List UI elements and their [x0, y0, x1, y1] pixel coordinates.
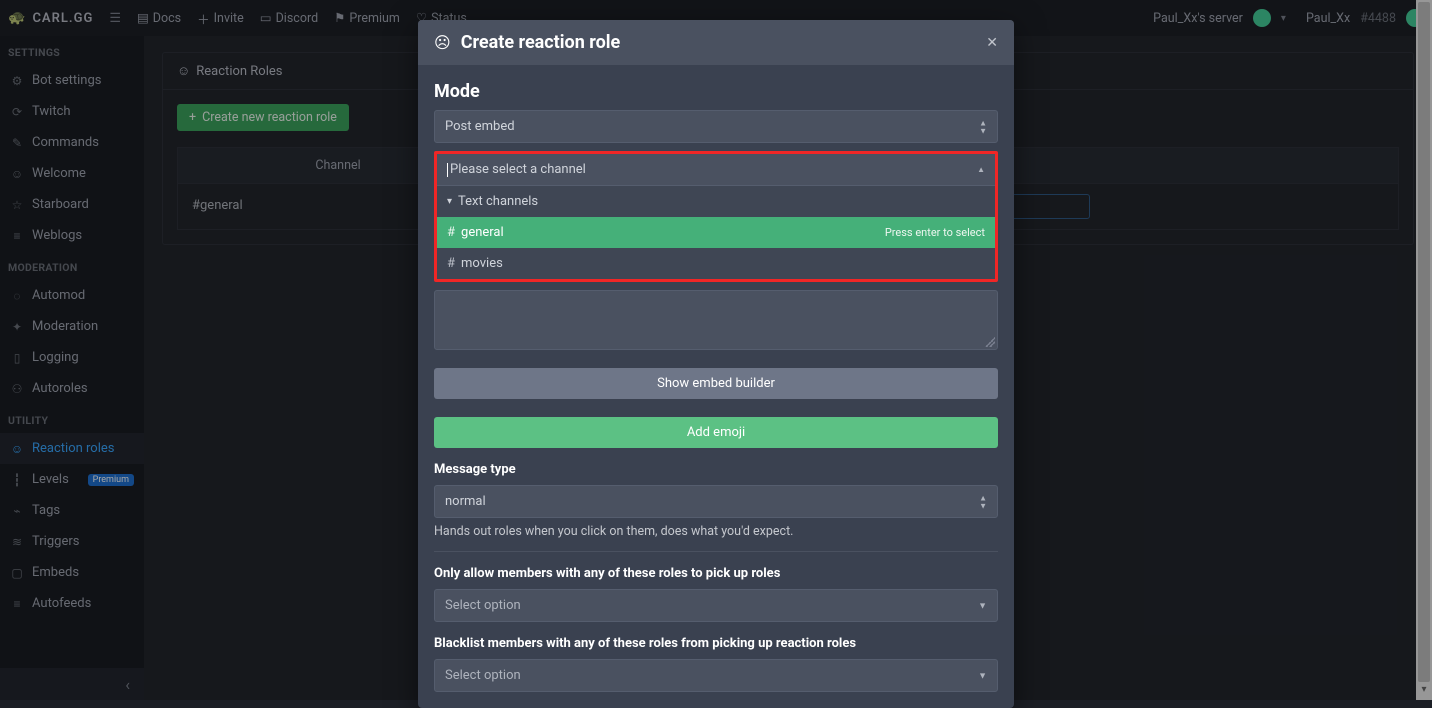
allow-roles-select[interactable]: Select option ▼: [434, 589, 998, 622]
resize-handle-icon[interactable]: [985, 337, 995, 347]
hash-icon: #: [447, 225, 455, 240]
channel-group-label: Text channels: [458, 194, 538, 209]
updown-caret-icon: ▲▼: [979, 119, 987, 134]
close-icon[interactable]: ✕: [986, 35, 998, 51]
chevron-up-icon: ▲: [977, 165, 985, 174]
message-type-help: Hands out roles when you click on them, …: [434, 524, 998, 539]
channel-option-movies[interactable]: # movies: [437, 248, 995, 279]
blacklist-roles-label: Blacklist members with any of these role…: [434, 636, 998, 651]
chevron-down-icon: ▼: [978, 670, 987, 681]
show-embed-builder-button[interactable]: Show embed builder: [434, 368, 998, 399]
sad-face-icon: ☹: [434, 33, 451, 52]
mode-label: Mode: [434, 81, 998, 102]
hash-icon: #: [447, 256, 455, 271]
mode-select[interactable]: Post embed ▲▼: [434, 110, 998, 143]
message-type-select[interactable]: normal ▲▼: [434, 485, 998, 518]
add-emoji-button[interactable]: Add emoji: [434, 417, 998, 448]
chevron-down-icon: ▼: [978, 600, 987, 611]
channel-name: general: [461, 225, 504, 240]
channel-option-general[interactable]: # general Press enter to select: [437, 217, 995, 248]
create-reaction-role-modal: ☹ Create reaction role ✕ Mode Post embed…: [418, 20, 1014, 708]
mode-value: Post embed: [445, 119, 515, 134]
channel-placeholder: Please select a channel: [450, 162, 586, 177]
message-type-value: normal: [445, 494, 486, 509]
chevron-down-icon: ▾: [447, 196, 452, 207]
updown-caret-icon: ▲▼: [979, 494, 987, 509]
blacklist-roles-select[interactable]: Select option ▼: [434, 659, 998, 692]
allow-roles-label: Only allow members with any of these rol…: [434, 566, 998, 581]
modal-header: ☹ Create reaction role ✕: [418, 20, 1014, 65]
blacklist-roles-placeholder: Select option: [445, 668, 521, 683]
channel-search-input[interactable]: Please select a channel ▲: [437, 154, 995, 186]
modal-title: Create reaction role: [461, 32, 621, 53]
message-type-label: Message type: [434, 462, 998, 477]
content-textarea[interactable]: [434, 290, 998, 350]
allow-roles-placeholder: Select option: [445, 598, 521, 613]
channel-hint: Press enter to select: [885, 226, 985, 239]
channel-name: movies: [461, 256, 503, 271]
channel-select-dropdown: Please select a channel ▲ ▾ Text channel…: [434, 151, 998, 282]
channel-group-header[interactable]: ▾ Text channels: [437, 186, 995, 217]
